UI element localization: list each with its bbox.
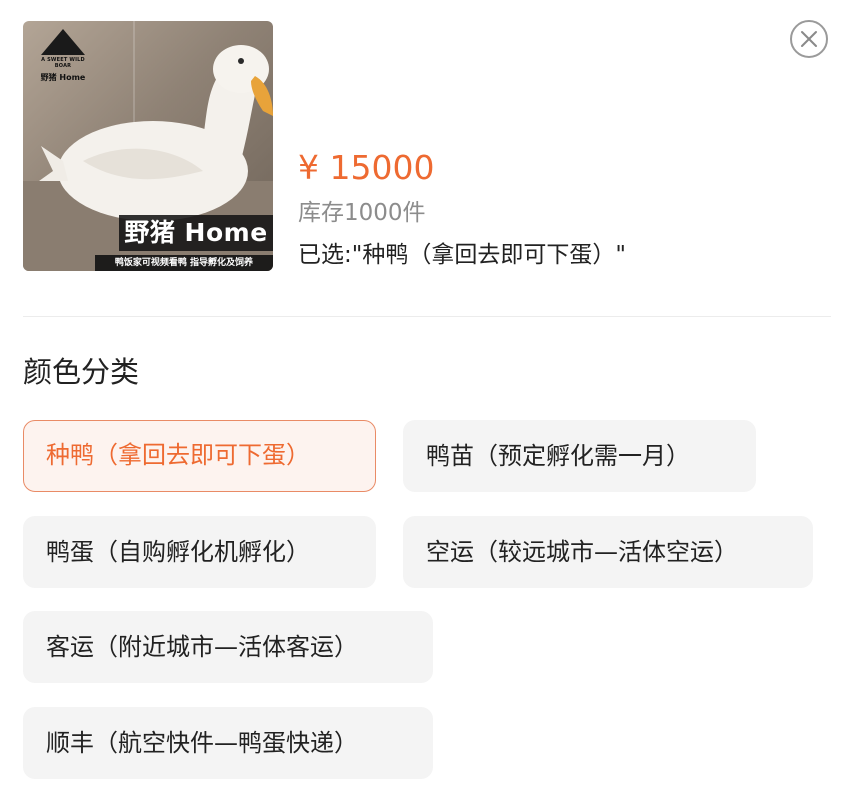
price: ¥ 15000 bbox=[298, 148, 435, 187]
section-title: 颜色分类 bbox=[23, 355, 140, 389]
option-bus-freight[interactable]: 客运（附近城市—活体客运） bbox=[23, 611, 433, 683]
option-duck-eggs[interactable]: 鸭蛋（自购孵化机孵化） bbox=[23, 516, 376, 588]
mountain-logo-icon bbox=[41, 29, 85, 55]
option-air-freight[interactable]: 空运（较远城市—活体空运） bbox=[403, 516, 813, 588]
brand-logo: A SWEET WILD BOAR 野猪 Home bbox=[35, 29, 91, 87]
option-breeder-duck[interactable]: 种鸭（拿回去即可下蛋） bbox=[23, 420, 376, 492]
sku-selector-sheet: A SWEET WILD BOAR 野猪 Home 野猪 Home 鸭饭家可视频… bbox=[0, 0, 854, 811]
selected-summary: 已选:"种鸭（拿回去即可下蛋）" bbox=[298, 242, 626, 268]
image-brand-banner: 野猪 Home bbox=[119, 215, 273, 251]
stock-count: 库存1000件 bbox=[298, 200, 426, 226]
product-image: A SWEET WILD BOAR 野猪 Home 野猪 Home 鸭饭家可视频… bbox=[23, 21, 273, 271]
logo-text: 野猪 Home bbox=[40, 73, 86, 82]
image-caption: 鸭饭家可视频看鸭 指导孵化及饲养 bbox=[95, 255, 273, 271]
option-ducklings[interactable]: 鸭苗（预定孵化需一月） bbox=[403, 420, 756, 492]
close-button[interactable] bbox=[790, 20, 828, 58]
close-icon bbox=[801, 31, 817, 47]
divider bbox=[23, 316, 831, 317]
option-sf-express[interactable]: 顺丰（航空快件—鸭蛋快递） bbox=[23, 707, 433, 779]
